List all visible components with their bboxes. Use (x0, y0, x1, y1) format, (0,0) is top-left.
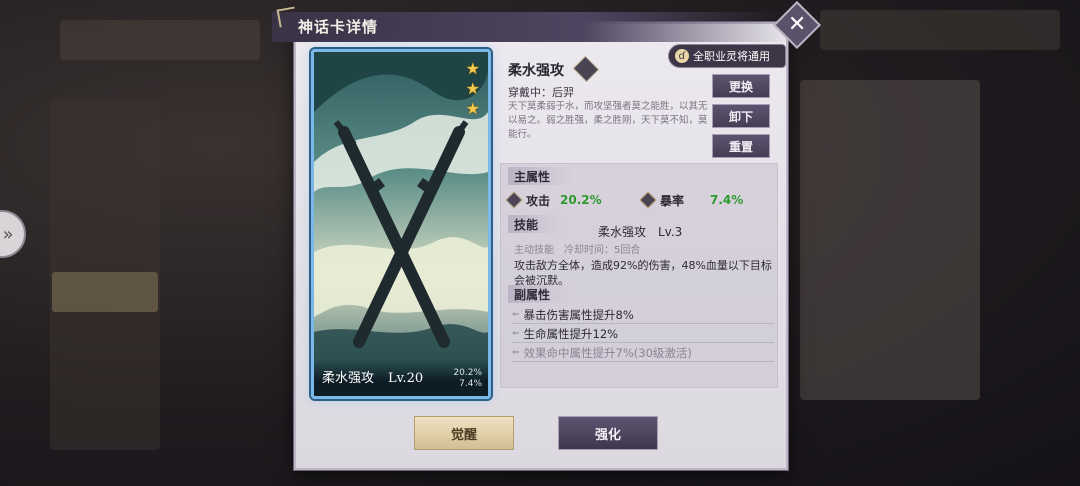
replace-button[interactable]: 更换 (712, 74, 770, 98)
star-icon: ★ (465, 59, 480, 78)
close-icon: ✕ (787, 12, 807, 37)
sub-attr-item: ⇐ 效果命中属性提升7%(30级激活) (512, 344, 774, 362)
sub-attr-item: ⇐ 暴击伤害属性提升8% (512, 306, 774, 324)
universal-badge: ɗ 全职业灵将通用 (668, 44, 786, 68)
attack-icon (505, 191, 523, 209)
enhance-button[interactable]: 强化 (558, 416, 658, 450)
double-chevron-right-icon: » (2, 223, 14, 245)
card-mini-stats: 20.2% 7.4% (453, 368, 482, 390)
dialog-title: 神话卡详情 (298, 18, 379, 36)
card-title: 柔水强攻 (508, 63, 564, 79)
card-detail-dialog: 神话卡详情 ✕ ★ ★ ★ 柔水强攻 Lv.20 20.2% 7.4% 柔水强攻… (272, 0, 822, 478)
crit-icon (639, 191, 657, 209)
skill-name: 柔水强攻 Lv.3 (598, 225, 683, 239)
skill-description: 攻击敌方全体，造成92%的伤害，48%血量以下目标会被沉默。 (514, 259, 772, 287)
unequip-button[interactable]: 卸下 (712, 104, 770, 128)
myth-card[interactable]: ★ ★ ★ 柔水强攻 Lv.20 20.2% 7.4% (311, 49, 491, 399)
star-icon: ★ (465, 79, 480, 98)
card-level: Lv.20 (388, 371, 424, 386)
bullet-arrow-icon: ⇐ (512, 328, 520, 339)
card-artwork (314, 52, 488, 396)
background-panel (800, 80, 980, 400)
skill-heading: 技能 (508, 215, 563, 233)
awaken-button[interactable]: 觉醒 (414, 416, 514, 450)
attack-label: 攻击 (526, 193, 551, 208)
main-attr-heading: 主属性 (508, 167, 575, 185)
main-attr-attack: 攻击 20.2% (505, 190, 602, 210)
sub-attr-item: ⇐ 生命属性提升12% (512, 325, 774, 343)
skill-meta: 主动技能 冷却时间：5回合 (514, 245, 641, 256)
attack-value: 20.2% (560, 193, 602, 207)
spirit-icon: ɗ (675, 49, 689, 63)
sub-attr-text: 生命属性提升12% (523, 326, 619, 341)
bullet-arrow-icon: ⇐ (512, 309, 520, 320)
reset-button[interactable]: 重置 (712, 134, 770, 158)
background-sidebar-tab (52, 272, 158, 312)
sub-attr-text: 暴击伤害属性提升8% (523, 307, 634, 322)
star-icon: ★ (465, 99, 480, 118)
background-header-right (820, 10, 1060, 50)
sub-attr-heading: 副属性 (508, 285, 575, 303)
crit-value: 7.4% (710, 193, 744, 207)
equipped-by: 穿戴中：后羿 (508, 86, 574, 99)
main-attr-crit: 暴率 7.4% (639, 190, 744, 210)
title-ornament-icon (276, 6, 298, 28)
bullet-arrow-icon: ⇐ (512, 347, 520, 358)
background-header (60, 20, 260, 60)
sub-attr-text: 效果命中属性提升7%(30级激活) (523, 345, 692, 360)
universal-badge-label: 全职业灵将通用 (693, 50, 770, 63)
card-name: 柔水强攻 (322, 371, 375, 386)
crit-label: 暴率 (660, 193, 685, 208)
card-mini-stat-attack: 20.2% (453, 368, 482, 378)
card-description: 天下莫柔弱于水，而攻坚强者莫之能胜，以其无以易之。弱之胜强，柔之胜刚，天下莫不知… (508, 101, 708, 140)
card-mini-stat-crit: 7.4% (459, 379, 482, 389)
star-rating: ★ ★ ★ (466, 60, 480, 118)
